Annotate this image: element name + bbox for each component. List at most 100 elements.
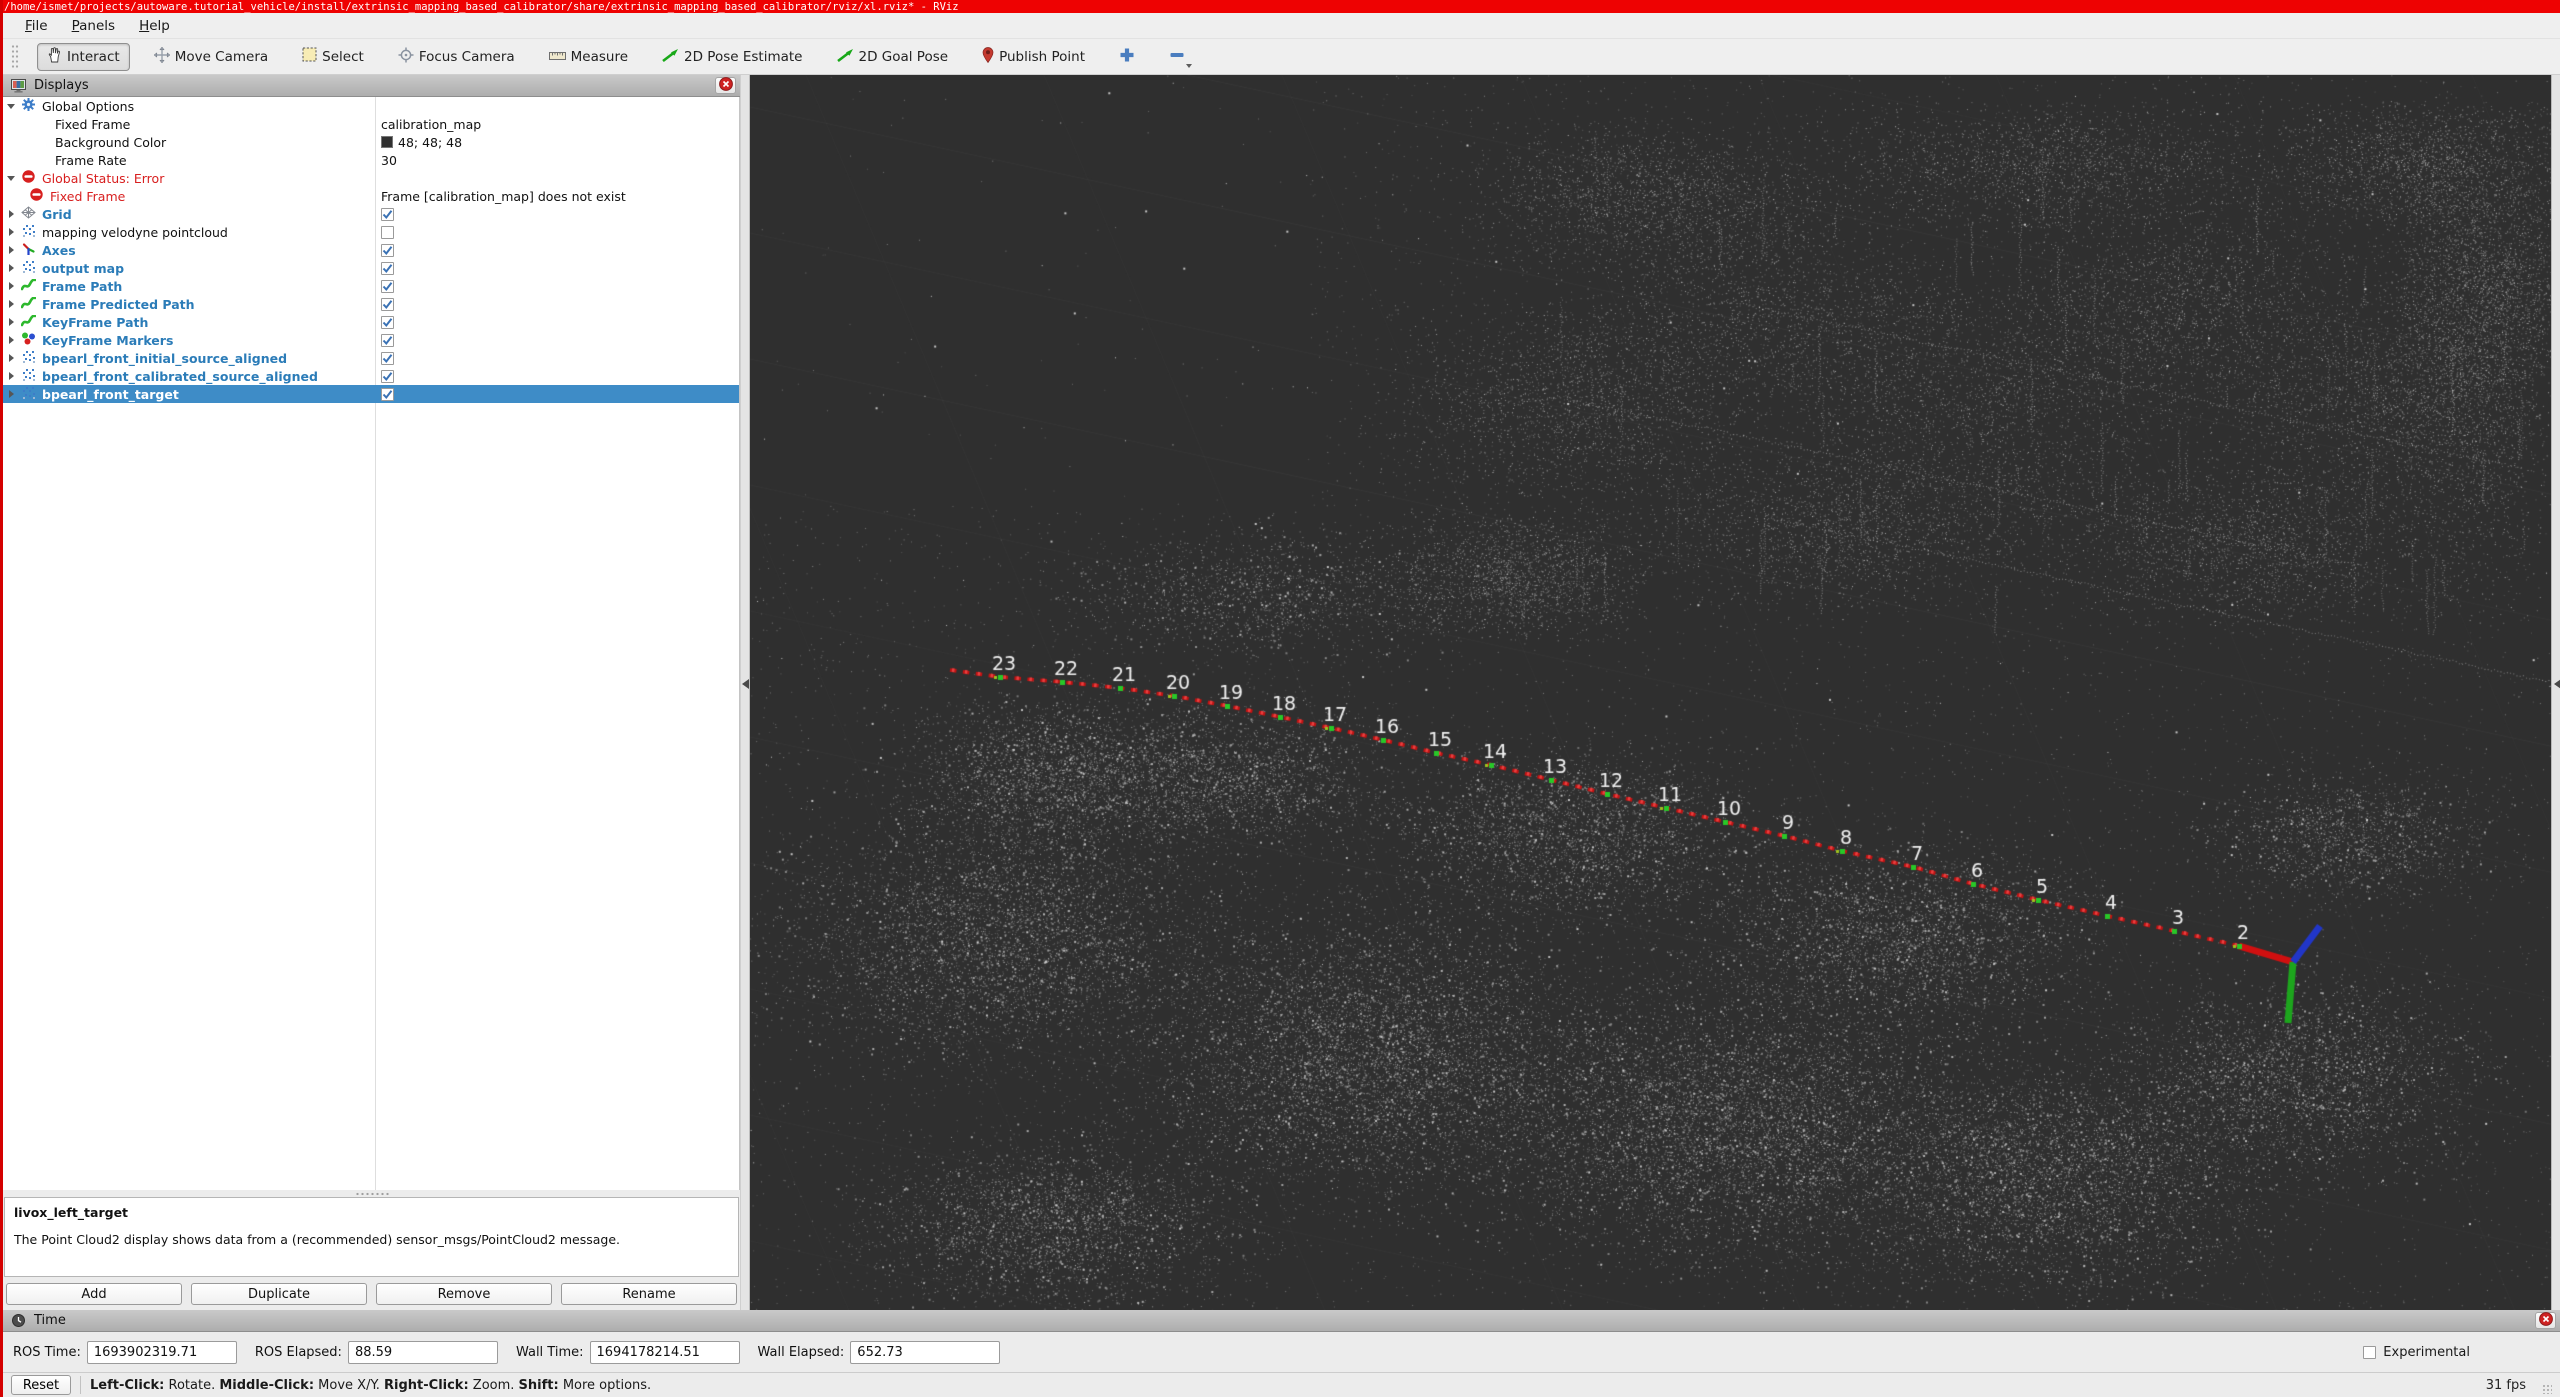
enabled-checkbox[interactable] bbox=[381, 315, 394, 329]
display-row-background-color[interactable]: Background Color 48; 48; 48 bbox=[3, 133, 739, 151]
property-value[interactable]: calibration_map bbox=[381, 117, 481, 132]
enabled-checkbox[interactable] bbox=[381, 387, 394, 401]
enabled-checkbox[interactable] bbox=[381, 369, 394, 383]
collapse-arrow-icon[interactable] bbox=[3, 246, 19, 254]
menu-item-file[interactable]: File bbox=[13, 15, 60, 37]
display-row-fixed-frame[interactable]: Fixed Frame calibration_map bbox=[3, 115, 739, 133]
display-row-output-map[interactable]: output map bbox=[3, 259, 739, 277]
enabled-checkbox[interactable] bbox=[381, 261, 394, 275]
pointcloud-icon bbox=[22, 350, 36, 366]
displays-close-button[interactable] bbox=[715, 76, 736, 94]
time-field-label: Wall Time: bbox=[515, 1344, 584, 1360]
display-row-keyframe-markers[interactable]: KeyFrame Markers bbox=[3, 331, 739, 349]
display-row-global-status-error[interactable]: Global Status: Error bbox=[3, 169, 739, 187]
enabled-checkbox[interactable] bbox=[381, 207, 394, 221]
display-row-frame-path[interactable]: Frame Path bbox=[3, 277, 739, 295]
enabled-checkbox[interactable] bbox=[381, 225, 394, 239]
displays-panel: Displays Global Options Fixed Frame calibr… bbox=[3, 75, 740, 1310]
display-row-label: bpearl_front_calibrated_source_aligned bbox=[42, 368, 318, 384]
reset-button[interactable]: Reset bbox=[11, 1375, 71, 1395]
3d-viewport[interactable] bbox=[750, 75, 2551, 1310]
display-row-keyframe-path[interactable]: KeyFrame Path bbox=[3, 313, 739, 331]
tool-label: Interact bbox=[67, 48, 120, 65]
tool-button-focus-camera[interactable]: Focus Camera bbox=[388, 43, 525, 71]
tool-button-interact[interactable]: Interact bbox=[37, 42, 130, 71]
collapse-arrow-icon[interactable] bbox=[3, 228, 19, 236]
display-row-fixed-frame[interactable]: Fixed Frame Frame [calibration_map] does … bbox=[3, 187, 739, 205]
display-row-grid[interactable]: Grid bbox=[3, 205, 739, 223]
ros-time-input[interactable] bbox=[86, 1340, 237, 1364]
tool-button-plus-icon[interactable] bbox=[1109, 43, 1145, 71]
time-field-ros-time: ROS Time: bbox=[13, 1340, 237, 1364]
window-title-bar[interactable]: /home/ismet/projects/autoware.tutorial_v… bbox=[3, 0, 2560, 13]
rename-button[interactable]: Rename bbox=[561, 1283, 737, 1305]
tool-button-2d-goal-pose[interactable]: 2D Goal Pose bbox=[827, 43, 959, 71]
property-value[interactable]: 48; 48; 48 bbox=[398, 135, 462, 150]
color-swatch[interactable] bbox=[381, 136, 393, 148]
gear-icon bbox=[22, 98, 35, 114]
enabled-checkbox[interactable] bbox=[381, 279, 394, 293]
pose-arrow-icon bbox=[836, 48, 854, 66]
axes-icon bbox=[22, 242, 35, 258]
experimental-checkbox[interactable] bbox=[2363, 1345, 2377, 1359]
tool-button-minus-icon[interactable] bbox=[1159, 43, 1202, 71]
display-row-axes[interactable]: Axes bbox=[3, 241, 739, 259]
toolbar-drag-handle-icon[interactable] bbox=[11, 43, 19, 70]
duplicate-button[interactable]: Duplicate bbox=[191, 1283, 367, 1305]
display-row-bpearl-front-calibrated-source-aligned[interactable]: bpearl_front_calibrated_source_aligned bbox=[3, 367, 739, 385]
tool-label: Focus Camera bbox=[418, 48, 515, 65]
time-field-wall-time: Wall Time: bbox=[515, 1340, 740, 1364]
add-button[interactable]: Add bbox=[6, 1283, 182, 1305]
property-value[interactable]: 30 bbox=[381, 153, 397, 168]
pointcloud-icon bbox=[22, 224, 36, 240]
collapse-arrow-icon[interactable] bbox=[3, 390, 19, 398]
enabled-checkbox[interactable] bbox=[381, 297, 394, 311]
ros-elapsed-input[interactable] bbox=[347, 1340, 498, 1364]
tool-button-measure[interactable]: Measure bbox=[539, 43, 638, 71]
remove-button[interactable]: Remove bbox=[376, 1283, 552, 1305]
tree-description-splitter[interactable] bbox=[3, 1190, 740, 1197]
collapse-left-icon[interactable] bbox=[742, 679, 749, 689]
collapse-arrow-icon[interactable] bbox=[3, 372, 19, 380]
resize-grip-icon[interactable] bbox=[2542, 1384, 2552, 1394]
tool-button-2d-pose-estimate[interactable]: 2D Pose Estimate bbox=[652, 43, 812, 71]
tool-button-publish-point[interactable]: Publish Point bbox=[972, 43, 1095, 71]
display-description-panel: livox_left_target The Point Cloud2 displ… bbox=[4, 1197, 739, 1277]
right-dock-strip[interactable] bbox=[2551, 75, 2560, 1310]
collapse-arrow-icon[interactable] bbox=[3, 354, 19, 362]
panel-viewport-splitter[interactable] bbox=[740, 75, 750, 1310]
display-row-frame-rate[interactable]: Frame Rate 30 bbox=[3, 151, 739, 169]
display-row-label: Frame Rate bbox=[55, 152, 127, 168]
time-panel: Time ROS Time: ROS Elapsed: Wall Time: Wall… bbox=[3, 1310, 2560, 1372]
collapse-arrow-icon[interactable] bbox=[3, 318, 19, 326]
display-row-frame-predicted-path[interactable]: Frame Predicted Path bbox=[3, 295, 739, 313]
tool-label: Select bbox=[322, 48, 364, 65]
menu-bar: File Panels Help bbox=[3, 13, 2560, 39]
display-row-mapping-velodyne-pointcloud[interactable]: mapping velodyne pointcloud bbox=[3, 223, 739, 241]
display-row-bpearl-front-target[interactable]: bpearl_front_target bbox=[3, 385, 739, 403]
enabled-checkbox[interactable] bbox=[381, 243, 394, 257]
collapse-arrow-icon[interactable] bbox=[3, 210, 19, 218]
statusbar-separator bbox=[80, 1376, 81, 1394]
expand-arrow-icon[interactable] bbox=[3, 103, 19, 109]
collapse-arrow-icon[interactable] bbox=[3, 300, 19, 308]
tool-label: Move Camera bbox=[174, 48, 269, 65]
time-field-label: Wall Elapsed: bbox=[757, 1344, 845, 1360]
display-row-global-options[interactable]: Global Options bbox=[3, 97, 739, 115]
wall-time-input[interactable] bbox=[589, 1340, 740, 1364]
wall-elapsed-input[interactable] bbox=[850, 1340, 1001, 1364]
collapse-arrow-icon[interactable] bbox=[3, 336, 19, 344]
collapse-right-icon[interactable] bbox=[2554, 679, 2560, 689]
enabled-checkbox[interactable] bbox=[381, 333, 394, 347]
tool-button-select[interactable]: Select bbox=[292, 43, 374, 71]
menu-item-panels[interactable]: Panels bbox=[60, 15, 127, 37]
display-row-bpearl-front-initial-source-aligned[interactable]: bpearl_front_initial_source_aligned bbox=[3, 349, 739, 367]
time-close-button[interactable] bbox=[2535, 1311, 2556, 1329]
enabled-checkbox[interactable] bbox=[381, 351, 394, 365]
collapse-arrow-icon[interactable] bbox=[3, 282, 19, 290]
expand-arrow-icon[interactable] bbox=[3, 175, 19, 181]
property-value[interactable]: Frame [calibration_map] does not exist bbox=[381, 189, 626, 204]
collapse-arrow-icon[interactable] bbox=[3, 264, 19, 272]
menu-item-help[interactable]: Help bbox=[127, 15, 182, 37]
tool-button-move-camera[interactable]: Move Camera bbox=[144, 43, 278, 71]
